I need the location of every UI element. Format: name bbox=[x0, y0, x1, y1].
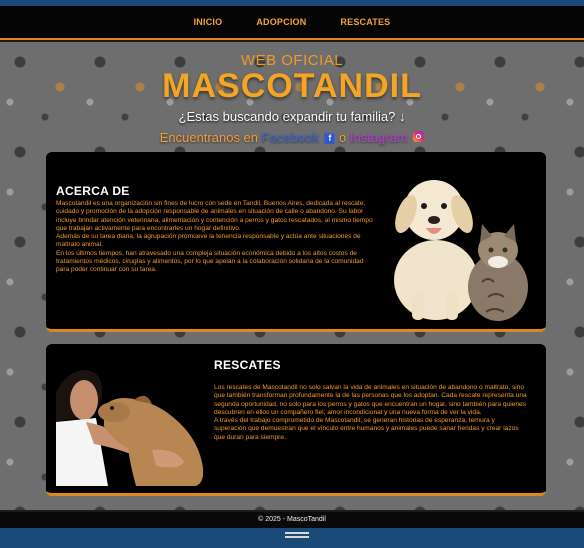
footer-text: © 2025 - MascoTandil bbox=[258, 516, 326, 523]
footer: © 2025 - MascoTandil bbox=[0, 510, 584, 528]
hero: WEB OFICIAL MASCOTANDIL ¿Estas buscando … bbox=[0, 52, 584, 145]
rescues-paragraph-2: A través del trabajo comprometido de Mas… bbox=[214, 417, 519, 441]
resize-handle[interactable] bbox=[285, 532, 309, 538]
about-card: ACERCA DE Mascotandil es una organizació… bbox=[46, 152, 546, 332]
about-paragraph-2: Además de su tarea diaria, la agrupación… bbox=[56, 233, 361, 249]
facebook-icon[interactable]: f bbox=[324, 133, 336, 144]
nav-adopcion[interactable]: ADOPCION bbox=[256, 17, 306, 27]
rescue-photo bbox=[56, 352, 216, 486]
rescues-card: RESCATES Los rescates de Mascotandil no … bbox=[46, 344, 546, 496]
hero-contact: Encuentranos en Facebook f o Instagram bbox=[0, 130, 584, 145]
dog-and-cat-photo bbox=[376, 162, 538, 324]
contact-conjunction: o bbox=[338, 130, 347, 145]
instagram-icon[interactable] bbox=[413, 131, 425, 142]
about-title: ACERCA DE bbox=[56, 184, 130, 198]
about-paragraph-1: Mascotandil es una organización sin fine… bbox=[56, 200, 373, 232]
about-text: ACERCA DE Mascotandil es una organizació… bbox=[56, 184, 374, 275]
instagram-link[interactable]: Instagram bbox=[350, 130, 408, 145]
hero-title: MASCOTANDIL bbox=[162, 67, 422, 105]
facebook-link[interactable]: Facebook bbox=[262, 130, 319, 145]
hero-question: ¿Estas buscando expandir tu familia? ↓ bbox=[178, 109, 406, 124]
window-bottom-bar bbox=[0, 528, 584, 548]
nav-inicio[interactable]: INICIO bbox=[194, 17, 223, 27]
contact-prefix: Encuentranos en bbox=[159, 130, 259, 145]
rescues-text: RESCATES Los rescates de Mascotandil no … bbox=[214, 358, 528, 442]
rescues-paragraph-1: Los rescates de Mascotandil no solo salv… bbox=[214, 384, 527, 416]
nav-rescates[interactable]: RESCATES bbox=[340, 17, 390, 27]
main-nav: INICIO ADOPCION RESCATES bbox=[0, 6, 584, 40]
about-paragraph-3: En los últimos tiempos, han atravesado u… bbox=[56, 249, 364, 274]
rescues-title: RESCATES bbox=[214, 358, 281, 372]
